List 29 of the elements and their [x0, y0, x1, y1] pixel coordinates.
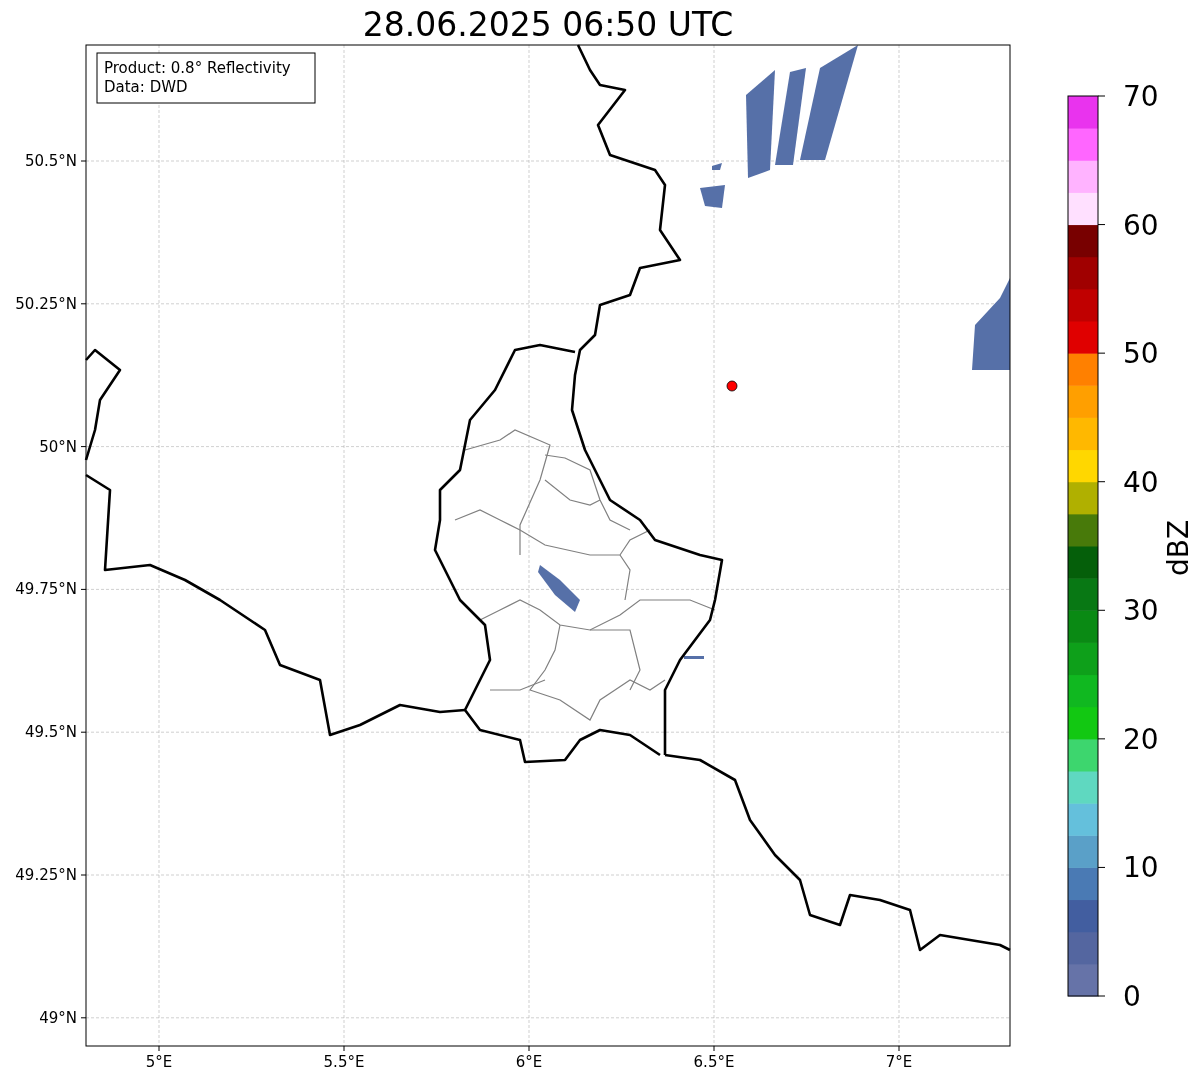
radar-echo [684, 656, 704, 659]
colorbar-tick: 30 [1097, 594, 1159, 628]
latitude-tick: 49.5°N [24, 723, 87, 742]
colorbar-tick: 50 [1097, 337, 1159, 371]
longitude-tick: 7°E [885, 1045, 913, 1071]
radar-echo [700, 185, 725, 208]
radar-station-marker [726, 380, 738, 392]
latitude-tick: 49.25°N [15, 866, 87, 884]
colorbar-tick: 0 [1097, 980, 1141, 1013]
radar-echo [538, 565, 580, 612]
latitude-tick: 50.5°N [24, 152, 87, 170]
latitude-tick: 50.25°N [15, 294, 87, 313]
radar-echo [712, 163, 722, 170]
latitude-tick: 49.75°N [15, 580, 87, 599]
longitude-tick: 5°E [145, 1045, 173, 1071]
latitude-tick: 49°N [39, 1008, 87, 1027]
colorbar-tick: 40 [1097, 465, 1159, 499]
plot-title: 28.06.2025 06:50 UTC [362, 5, 734, 44]
longitude-tick: 6°E [515, 1045, 543, 1071]
colorbar-tick: 70 [1097, 80, 1159, 113]
longitude-tick: 5.5°E [323, 1045, 365, 1071]
latitude-tick: 50°N [39, 437, 87, 456]
info-text: Data: DWD [104, 78, 188, 96]
colorbar-tick: 20 [1097, 722, 1159, 756]
longitude-tick: 6.5°E [693, 1045, 735, 1071]
colorbar-tick: 60 [1097, 208, 1159, 242]
colorbar-label: dBZ [1162, 519, 1195, 577]
info-text: Product: 0.8° Reflectivity [104, 59, 291, 77]
colorbar-tick: 10 [1097, 851, 1159, 885]
